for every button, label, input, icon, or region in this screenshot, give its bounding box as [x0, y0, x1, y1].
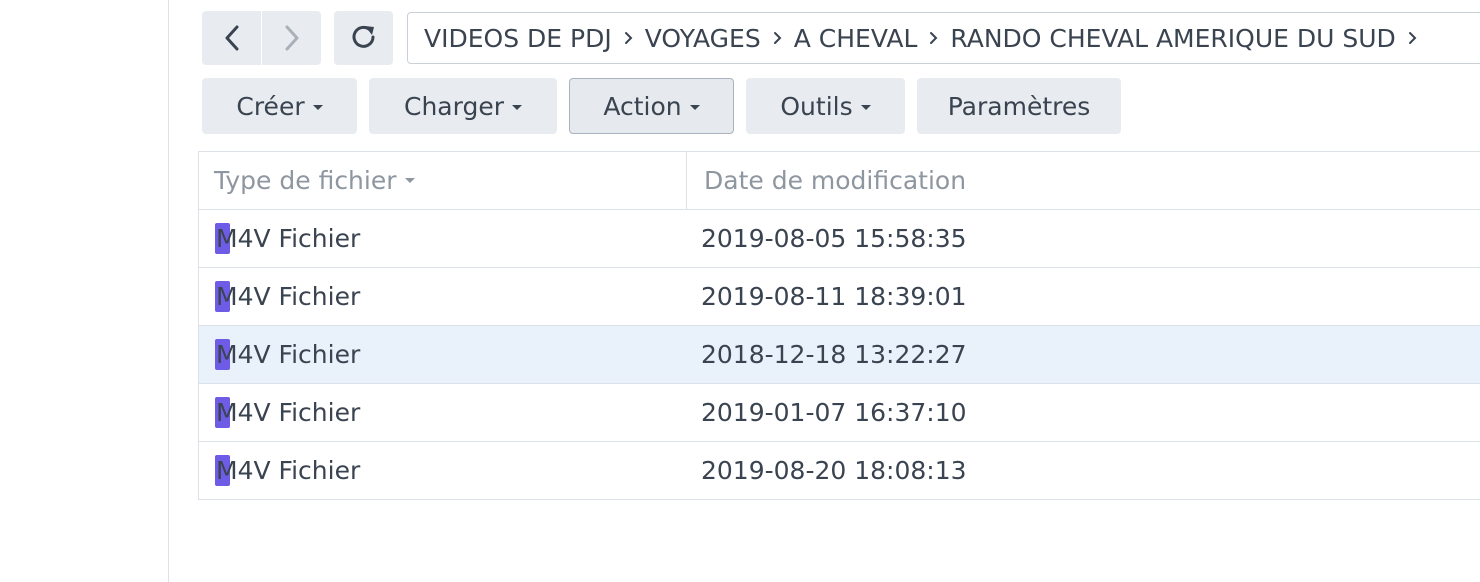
refresh-button[interactable]: [334, 11, 393, 65]
file-type-cell: M4V Fichier: [216, 398, 361, 427]
file-grid: Type de fichier Date de modification M4V…: [198, 151, 1480, 500]
settings-button-label: Paramètres: [947, 91, 1091, 121]
forward-button[interactable]: [261, 11, 321, 65]
chevron-right-icon: [773, 32, 782, 44]
column-header-file-type-label: Type de fichier: [214, 166, 397, 195]
breadcrumb-item-a-cheval[interactable]: A CHEVAL: [794, 24, 918, 53]
caret-down-icon: [512, 104, 522, 110]
modified-date-cell: 2018-12-18 13:22:27: [701, 340, 967, 369]
table-row[interactable]: M4V Fichier 2019-08-20 18:08:13: [199, 442, 1480, 500]
modified-date-cell: 2019-08-11 18:39:01: [701, 282, 967, 311]
breadcrumb: VIDEOS DE PDJ VOYAGES A CHEVAL RANDO CHE…: [407, 12, 1480, 64]
upload-button-label: Charger: [404, 91, 504, 121]
action-button-label: Action: [603, 91, 682, 121]
chevron-right-icon: [930, 32, 938, 44]
modified-date-cell: 2019-01-07 16:37:10: [701, 398, 967, 427]
back-button[interactable]: [202, 11, 261, 65]
chevron-right-icon: [1408, 32, 1417, 44]
chevron-right-icon: [624, 32, 633, 44]
refresh-icon: [352, 25, 374, 48]
caret-down-icon: [689, 104, 700, 110]
navigation-group: [202, 11, 321, 65]
file-type-cell: M4V Fichier: [216, 340, 361, 369]
left-panel: [0, 0, 169, 582]
breadcrumb-item-rando-cheval[interactable]: RANDO CHEVAL AMERIQUE DU SUD: [950, 24, 1395, 53]
column-resizer[interactable]: [686, 152, 687, 209]
modified-date-cell: 2019-08-05 15:58:35: [701, 224, 967, 253]
breadcrumb-item-videos-de-pdj[interactable]: VIDEOS DE PDJ: [424, 24, 612, 53]
settings-button[interactable]: Paramètres: [917, 78, 1121, 134]
chevron-right-icon: [285, 25, 298, 51]
create-button-label: Créer: [236, 91, 305, 121]
tools-button-label: Outils: [780, 91, 853, 121]
column-header-modified[interactable]: Date de modification: [704, 152, 966, 209]
caret-down-icon: [312, 104, 323, 110]
create-button[interactable]: Créer: [202, 78, 357, 134]
table-row-selected[interactable]: M4V Fichier 2018-12-18 13:22:27: [199, 326, 1480, 384]
table-row[interactable]: M4V Fichier 2019-01-07 16:37:10: [199, 384, 1480, 442]
caret-down-icon: [404, 178, 415, 183]
column-header-modified-label: Date de modification: [704, 166, 967, 195]
breadcrumb-item-voyages[interactable]: VOYAGES: [645, 24, 761, 53]
upload-button[interactable]: Charger: [369, 78, 557, 134]
caret-down-icon: [860, 104, 871, 110]
chevron-left-icon: [225, 25, 238, 51]
column-header-file-type[interactable]: Type de fichier: [214, 152, 415, 209]
table-row[interactable]: M4V Fichier 2019-08-11 18:39:01: [199, 268, 1480, 326]
file-type-cell: M4V Fichier: [216, 456, 361, 485]
tools-button[interactable]: Outils: [746, 78, 905, 134]
file-type-cell: M4V Fichier: [216, 282, 361, 311]
action-button[interactable]: Action: [569, 78, 734, 134]
grid-header: Type de fichier Date de modification: [199, 152, 1480, 210]
table-row[interactable]: M4V Fichier 2019-08-05 15:58:35: [199, 210, 1480, 268]
file-type-cell: M4V Fichier: [216, 224, 361, 253]
modified-date-cell: 2019-08-20 18:08:13: [701, 456, 967, 485]
